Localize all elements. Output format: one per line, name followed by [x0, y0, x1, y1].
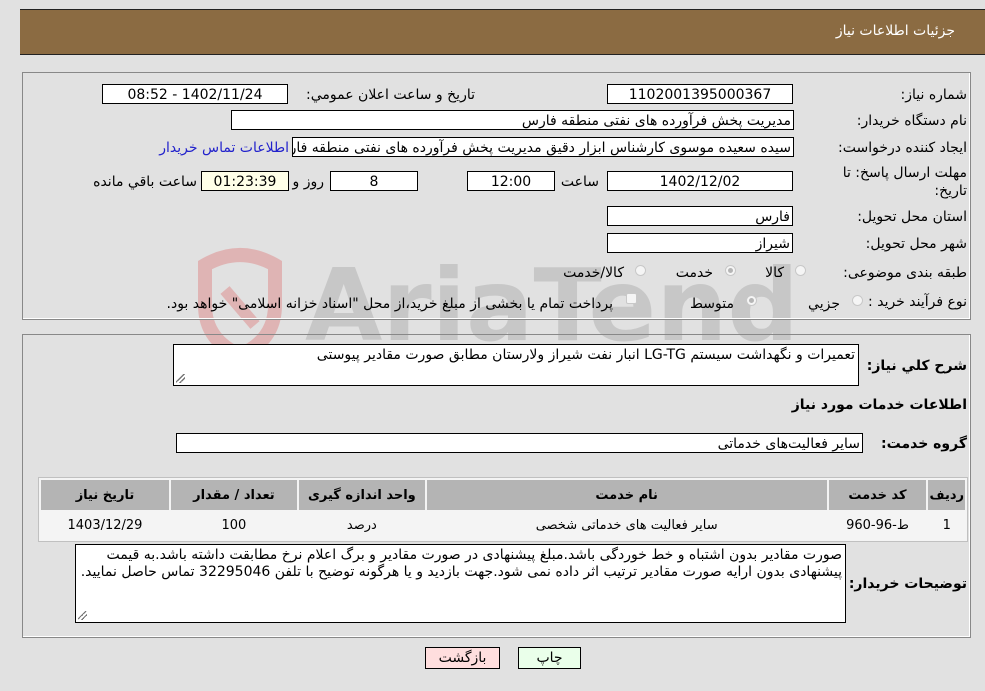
cell-row: 1 [928, 512, 965, 539]
buyer-notes-label: توضيحات خريدار: [848, 576, 967, 592]
cell-need-date: 1403/12/29 [41, 512, 169, 539]
category-radio-goods-service[interactable] [635, 265, 646, 276]
days-label: روز و [292, 174, 325, 190]
col-need-date: تاريخ نياز [41, 480, 169, 510]
back-button[interactable]: بازگشت [425, 647, 500, 669]
announce-datetime-label: تاريخ و ساعت اعلان عمومي: [306, 87, 475, 103]
need-number-field: 1102001395000367 [607, 84, 793, 104]
category-label: طبقه بندی موضوعی: [843, 265, 967, 281]
summary-textarea[interactable]: تعمیرات و نگهداشت سیستم LG-TG انبار نفت … [173, 344, 859, 386]
deadline-time-label: ساعت [560, 174, 599, 190]
service-group-field: سایر فعالیت‌های خدماتی [176, 433, 863, 453]
purchase-option-minor: جزيي [808, 296, 840, 312]
resize-grip-icon[interactable] [78, 611, 87, 620]
deadline-label: مهلت ارسال پاسخ: تا تاریخ: [842, 165, 967, 199]
cell-service-code: ط-96-960 [828, 512, 927, 539]
resize-grip-icon[interactable] [176, 374, 185, 383]
city-field: شيراز [607, 233, 793, 253]
purchase-radio-medium[interactable] [746, 295, 757, 306]
category-radio-service[interactable] [725, 265, 736, 276]
buyer-notes-textarea[interactable]: صورت مقادیر بدون اشتباه و خط خوردگی باشد… [75, 544, 846, 623]
treasury-checkbox[interactable] [626, 293, 637, 304]
print-button[interactable]: چاپ [518, 647, 581, 669]
page-header: جزئیات اطلاعات نیاز [20, 9, 985, 55]
remaining-time-field: 01:23:39 [201, 171, 289, 191]
deadline-date-field: 1402/12/02 [607, 171, 793, 191]
col-service-code: کد خدمت [828, 480, 927, 510]
city-label: شهر محل تحویل: [865, 236, 967, 252]
col-unit: واحد اندازه گيری [298, 480, 425, 510]
province-label: استان محل تحویل: [857, 209, 967, 225]
services-table: رديف کد خدمت نام خدمت واحد اندازه گيری ت… [38, 477, 968, 542]
deadline-time-field: 12:00 [467, 171, 555, 191]
requester-field: سیده سعیده موسوی کارشناس ابزار دقیق مدير… [292, 137, 794, 157]
services-section-title: اطلاعات خدمات مورد نياز [791, 397, 967, 413]
cell-unit: درصد [298, 512, 425, 539]
treasury-note: پرداخت تمام یا بخشی از مبلغ خرید،از محل … [166, 296, 613, 312]
purchase-radio-minor[interactable] [852, 295, 863, 306]
buyer-contact-link[interactable]: اطلاعات تماس خريدار [159, 140, 289, 156]
need-number-label: شماره نیاز: [900, 87, 968, 103]
summary-label: شرح کلي نياز: [866, 358, 967, 374]
category-radio-goods[interactable] [795, 265, 806, 276]
announce-datetime-field: 1402/11/24 - 08:52 [102, 84, 288, 104]
page-title: جزئیات اطلاعات نیاز [835, 23, 955, 39]
cell-quantity: 100 [170, 512, 297, 539]
purchase-option-medium: متوسط [690, 296, 734, 312]
purchase-type-label: نوع فرآیند خرید : [868, 294, 967, 310]
summary-text: تعمیرات و نگهداشت سیستم LG-TG انبار نفت … [316, 347, 855, 363]
table-header-row: رديف کد خدمت نام خدمت واحد اندازه گيری ت… [41, 480, 965, 510]
col-quantity: تعداد / مقدار [170, 480, 297, 510]
buyer-notes-text: صورت مقادیر بدون اشتباه و خط خوردگی باشد… [80, 547, 842, 580]
table-row: 1 ط-96-960 سایر فعالیت های خدماتی شخصی د… [41, 512, 965, 539]
cell-service-name: سایر فعالیت های خدماتی شخصی [426, 512, 827, 539]
service-group-label: گروه خدمت: [881, 436, 967, 452]
remaining-time-label: ساعت باقي مانده [93, 174, 197, 190]
col-row: رديف [928, 480, 965, 510]
requester-label: ايجاد کننده درخواست: [838, 140, 967, 156]
category-option-goods-service: کالا/خدمت [563, 265, 624, 281]
buyer-org-label: نام دستگاه خريدار: [856, 113, 967, 129]
category-option-service: خدمت [675, 265, 713, 281]
remaining-days-field: 8 [330, 171, 418, 191]
category-option-goods: کالا [765, 265, 784, 281]
col-service-name: نام خدمت [426, 480, 827, 510]
province-field: فارس [607, 206, 793, 226]
buyer-org-field: مديريت پخش فرآورده هاى نفتى منطقه فارس [231, 110, 794, 130]
